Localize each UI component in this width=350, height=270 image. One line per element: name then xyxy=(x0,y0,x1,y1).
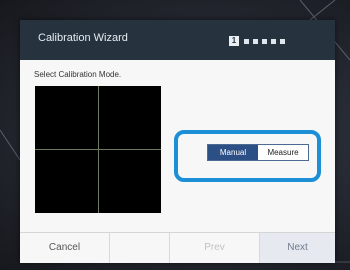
step-dot xyxy=(244,38,249,44)
calibration-wizard-dialog: Calibration Wizard 1 Select Calibration … xyxy=(20,20,335,263)
manual-mode-button[interactable]: Manual xyxy=(208,145,258,160)
camera-preview xyxy=(35,86,161,213)
step-indicator: 1 xyxy=(229,36,289,46)
cancel-button[interactable]: Cancel xyxy=(20,233,110,263)
next-button[interactable]: Next xyxy=(260,233,335,263)
measure-mode-button[interactable]: Measure xyxy=(258,145,308,160)
dialog-title: Calibration Wizard xyxy=(38,32,128,44)
step-dot xyxy=(253,38,258,44)
step-dot xyxy=(271,38,276,44)
dialog-titlebar: Calibration Wizard 1 xyxy=(20,20,335,60)
step-dot xyxy=(262,38,267,44)
step-dot xyxy=(280,38,285,44)
dialog-footer: Cancel Prev Next xyxy=(20,232,335,263)
footer-spacer xyxy=(110,233,170,263)
prev-button[interactable]: Prev xyxy=(170,233,260,263)
crosshair-horizontal xyxy=(35,149,161,150)
step-current-badge: 1 xyxy=(229,36,239,46)
calibration-mode-toggle[interactable]: Manual Measure xyxy=(207,144,309,161)
calibration-mode-prompt: Select Calibration Mode. xyxy=(34,70,122,79)
